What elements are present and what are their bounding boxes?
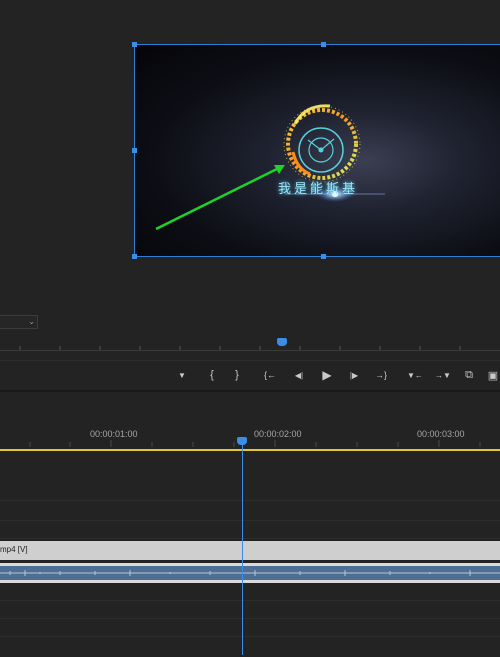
mark-in-icon: {	[210, 369, 214, 381]
program-monitor: 我是能斯基 ⌄	[0, 0, 500, 330]
timeline-ruler-ticks	[29, 440, 481, 447]
marker-icon: ▼	[178, 370, 186, 380]
go-to-in-button[interactable]: {←	[263, 366, 277, 384]
chevron-down-icon: ⌄	[28, 317, 35, 326]
timecode-label: 00:00:03:00	[417, 429, 465, 439]
resize-handle-bottom-left[interactable]	[132, 254, 137, 259]
timeline-panel: 00:00:01:00 00:00:02:00 00:00:03:00	[0, 390, 500, 657]
step-forward-button[interactable]: |▶	[347, 366, 361, 384]
go-to-out-icon: →}	[374, 370, 387, 380]
zoom-level-dropdown[interactable]: ⌄	[0, 315, 38, 329]
extract-button[interactable]: →▼	[435, 366, 451, 384]
track-divider	[0, 618, 500, 619]
mark-out-icon: }	[235, 369, 239, 381]
track-divider	[0, 500, 500, 501]
track-divider	[0, 636, 500, 637]
go-to-in-icon: {←	[263, 370, 276, 380]
track-divider	[0, 600, 500, 601]
track-divider	[0, 520, 500, 521]
compare-icon: ▣	[487, 369, 499, 382]
timecode-label: 00:00:02:00	[254, 429, 302, 439]
audio-clip[interactable]	[0, 563, 500, 583]
work-area-bar[interactable]	[0, 449, 500, 451]
selection-bounding-box[interactable]	[134, 44, 500, 257]
waveform-graphic	[0, 570, 500, 576]
video-clip-label: mp4 [V]	[0, 545, 28, 554]
transport-controls: ▼ { } {← ◀| ▶ |▶ →} ▼← →▼ ⧉ ▣	[0, 360, 500, 389]
mini-ruler-baseline	[0, 350, 500, 351]
video-clip[interactable]: mp4 [V]	[0, 541, 500, 560]
audio-waveform	[0, 566, 500, 580]
resize-handle-top-left[interactable]	[132, 42, 137, 47]
timeline-playhead-line[interactable]	[242, 442, 243, 655]
monitor-time-ruler[interactable]	[0, 338, 500, 352]
mark-in-button[interactable]: {	[205, 366, 219, 384]
export-frame-button[interactable]: ⧉	[462, 366, 476, 384]
lift-button[interactable]: ▼←	[407, 366, 423, 384]
play-button[interactable]: ▶	[320, 366, 334, 384]
timecode-label: 00:00:01:00	[90, 429, 138, 439]
go-to-out-button[interactable]: →}	[374, 366, 388, 384]
play-icon: ▶	[322, 368, 332, 382]
mark-out-button[interactable]: }	[230, 366, 244, 384]
step-back-icon: ◀|	[294, 370, 304, 380]
extract-icon: →▼	[435, 370, 451, 380]
timeline-playhead[interactable]	[237, 437, 247, 445]
comparison-view-button[interactable]: ▣	[486, 366, 500, 384]
track-divider	[0, 538, 500, 539]
camera-icon: ⧉	[465, 368, 473, 381]
resize-handle-bottom[interactable]	[321, 254, 326, 259]
resize-handle-top[interactable]	[321, 42, 326, 47]
step-back-button[interactable]: ◀|	[292, 366, 306, 384]
step-forward-icon: |▶	[349, 370, 359, 380]
add-marker-button[interactable]: ▼	[175, 366, 189, 384]
lift-icon: ▼←	[407, 370, 423, 380]
resize-handle-left[interactable]	[132, 148, 137, 153]
monitor-playhead[interactable]	[277, 338, 287, 346]
